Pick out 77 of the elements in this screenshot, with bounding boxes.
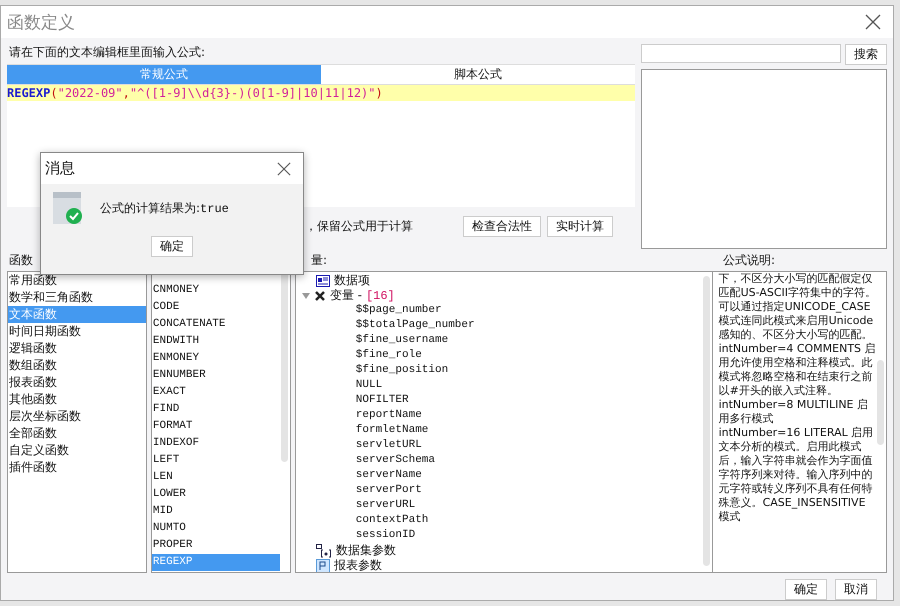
message-title: 消息 xyxy=(45,159,75,178)
tree-leaf-item[interactable]: servletURL xyxy=(316,438,712,453)
success-document-icon xyxy=(53,192,84,224)
category-item[interactable]: 插件函数 xyxy=(8,459,146,476)
tree-leaf-item[interactable]: NOFILTER xyxy=(316,393,712,408)
formula-text: REGEXP("2022-09","^([1-9]\\d{3}-)(0[1-9]|10|11|12)") xyxy=(7,85,635,101)
category-item[interactable]: 逻辑函数 xyxy=(8,340,146,357)
expand-caret-icon[interactable] xyxy=(302,292,310,298)
window-title: 函数定义 xyxy=(7,12,75,34)
function-item[interactable]: ENNUMBER xyxy=(152,367,280,384)
description-text: intNumber=16 LITERAL 启用文本分析的模式。启用此模式后，输入字符串就会作为字面值字符序列来对待。输入序列中的元字符或转义序列不具有任何特殊意义。CASE_INSENSITIVE模式 xyxy=(718,426,874,524)
function-item[interactable]: INDEXOF xyxy=(152,435,280,452)
bracket-icon xyxy=(316,544,332,558)
tree-leaf-item[interactable]: $$totalPage_number xyxy=(316,318,712,333)
tree-leaf-item[interactable]: $fine_username xyxy=(316,333,712,348)
variables-label: 量: xyxy=(310,252,328,268)
description-text: 下，不区分大小写的匹配假定仅匹配US-ASCII字符集中的字符。可以通过指定UNICODE_CASE模式连同此模式来启用Unicode感知的、不区分大小写的匹配。 xyxy=(718,272,876,342)
prompt-label: 请在下面的文本编辑框里面输入公式: xyxy=(8,44,206,61)
tree-leaf-item[interactable]: $$page_number xyxy=(316,303,712,318)
function-item[interactable]: FIND xyxy=(152,401,280,418)
function-item[interactable]: CNMONEY xyxy=(152,282,280,299)
category-item[interactable]: 其他函数 xyxy=(8,391,146,408)
category-item[interactable]: 常用函数 xyxy=(8,272,146,289)
category-item[interactable]: 自定义函数 xyxy=(8,442,146,459)
function-item[interactable]: LEN xyxy=(152,469,280,486)
tree-leaf-item[interactable]: reportName xyxy=(316,408,712,423)
action-button[interactable]: 实时计算 xyxy=(547,216,613,237)
description-text: intNumber=4 COMMENTS 启用允许使用空格和注释模式。此模式将忽略空格和在结束行之前以#开头的嵌入式注释。 xyxy=(718,342,876,398)
function-item[interactable]: CODE xyxy=(152,299,280,316)
tree-leaf-item[interactable]: $fine_position xyxy=(316,363,712,378)
category-item[interactable]: 数学和三角函数 xyxy=(8,289,146,306)
function-item[interactable]: LOWER xyxy=(152,486,280,503)
parameter-icon xyxy=(316,558,330,572)
function-item[interactable]: ENMONEY xyxy=(152,350,280,367)
function-item[interactable]: NUMTO xyxy=(152,520,280,537)
function-item[interactable]: CONCATENATE xyxy=(152,316,280,333)
close-icon[interactable] xyxy=(865,14,881,30)
x-cross-icon xyxy=(314,290,326,302)
tree-leaf-item[interactable]: contextPath xyxy=(316,513,712,528)
category-label: 函数 xyxy=(8,252,34,268)
category-item[interactable]: 层次坐标函数 xyxy=(8,408,146,425)
function-item[interactable]: FORMAT xyxy=(152,418,280,435)
tree-leaf-item[interactable]: serverPort xyxy=(316,483,712,498)
search-field[interactable] xyxy=(641,44,841,63)
description-label: 公式说明: xyxy=(722,252,776,268)
tree-leaf-item[interactable]: serverURL xyxy=(316,498,712,513)
count-label: [16] xyxy=(366,288,395,302)
close-icon[interactable] xyxy=(277,162,291,176)
tree-leaf-item[interactable]: NULL xyxy=(316,378,712,393)
option-label: ，保留公式用于计算 xyxy=(305,218,414,235)
category-item[interactable]: 数组函数 xyxy=(8,357,146,374)
function-item[interactable]: MID xyxy=(152,503,280,520)
category-item[interactable]: 时间日期函数 xyxy=(8,323,146,340)
tree-leaf-item[interactable]: formletName xyxy=(316,423,712,438)
scrollbar-thumb[interactable] xyxy=(877,360,884,445)
tree-node-label[interactable]: 数据项 xyxy=(334,272,370,289)
tree-leaf-item[interactable]: $fine_role xyxy=(316,348,712,363)
dialog-button[interactable]: 取消 xyxy=(835,579,877,600)
category-item[interactable]: 全部函数 xyxy=(8,425,146,442)
ok-button[interactable]: 确定 xyxy=(151,236,193,257)
scrollbar-thumb[interactable] xyxy=(702,276,710,566)
function-item[interactable]: PROPER xyxy=(152,537,280,554)
function-item[interactable]: LEFT xyxy=(152,452,280,469)
list-icon xyxy=(316,274,330,286)
tree-leaf-item[interactable]: sessionID xyxy=(316,528,712,543)
tree-node-label[interactable]: 报表参数 xyxy=(334,557,382,572)
function-item[interactable]: EXACT xyxy=(152,384,280,401)
tree-leaf-item[interactable]: serverSchema xyxy=(316,453,712,468)
tree-leaf-item[interactable]: serverName xyxy=(316,468,712,483)
scrollbar-thumb[interactable] xyxy=(280,272,288,462)
dialog-button[interactable]: 确定 xyxy=(785,579,827,600)
function-item[interactable]: ENDWITH xyxy=(152,333,280,350)
search-button[interactable]: 搜索 xyxy=(845,44,887,65)
action-button[interactable]: 检查合法性 xyxy=(463,216,541,237)
category-item[interactable]: 报表函数 xyxy=(8,374,146,391)
tree-node-label[interactable]: 变量 - xyxy=(330,287,362,304)
tree-node-label[interactable]: 数据集参数 xyxy=(336,542,396,559)
